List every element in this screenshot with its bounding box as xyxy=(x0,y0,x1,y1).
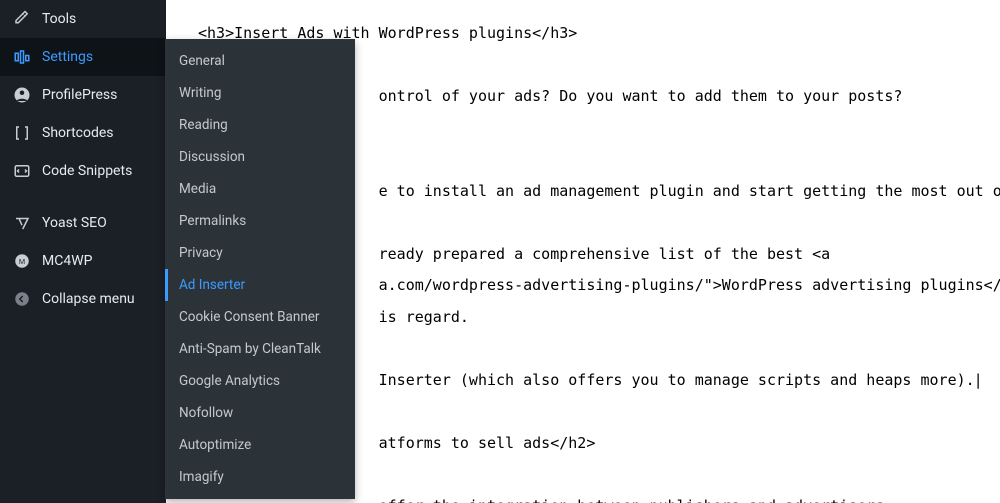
sidebar-item-shortcodes[interactable]: Shortcodes xyxy=(0,114,166,152)
collapse-icon xyxy=(12,289,32,309)
shortcodes-icon xyxy=(12,123,32,143)
submenu-item-cookie-consent[interactable]: Cookie Consent Banner xyxy=(165,301,355,333)
sidebar-item-label: Shortcodes xyxy=(42,125,114,141)
code-line: Inserter (which also offers you to manag… xyxy=(370,371,975,389)
submenu-item-media[interactable]: Media xyxy=(165,173,355,205)
sidebar-item-profilepress[interactable]: ProfilePress xyxy=(0,76,166,114)
code-line: ontrol of your ads? Do you want to add t… xyxy=(379,87,903,105)
code-line: is regard. xyxy=(379,308,469,326)
submenu-item-imagify[interactable]: Imagify xyxy=(165,461,355,493)
sidebar-item-label: Code Snippets xyxy=(42,163,132,179)
sidebar-item-collapse[interactable]: Collapse menu xyxy=(0,280,166,318)
sidebar-item-label: ProfilePress xyxy=(42,87,117,103)
sidebar-item-settings[interactable]: Settings xyxy=(0,38,166,76)
submenu-item-nofollow[interactable]: Nofollow xyxy=(165,397,355,429)
sidebar-item-tools[interactable]: Tools xyxy=(0,0,166,38)
submenu-item-autoptimize[interactable]: Autoptimize xyxy=(165,429,355,461)
tools-icon xyxy=(12,9,32,29)
code-line: a.com/wordpress-advertising-plugins/">Wo… xyxy=(379,276,1000,294)
sidebar-item-label: MC4WP xyxy=(42,253,92,269)
settings-submenu: General Writing Reading Discussion Media… xyxy=(165,39,355,499)
submenu-item-google-analytics[interactable]: Google Analytics xyxy=(165,365,355,397)
sidebar-item-mc4wp[interactable]: M MC4WP xyxy=(0,242,166,280)
submenu-item-reading[interactable]: Reading xyxy=(165,109,355,141)
sidebar-item-label: Tools xyxy=(42,11,76,27)
settings-icon xyxy=(12,47,32,67)
code-line: e to install an ad management plugin and… xyxy=(379,182,1000,200)
sidebar-item-label: Yoast SEO xyxy=(42,215,107,231)
submenu-item-antispam[interactable]: Anti-Spam by CleanTalk xyxy=(165,333,355,365)
submenu-item-general[interactable]: General xyxy=(165,45,355,77)
profilepress-icon xyxy=(12,85,32,105)
admin-sidebar: Tools Settings ProfilePress Shortcodes C xyxy=(0,0,166,503)
code-line: atforms to sell ads</h2> xyxy=(379,434,596,452)
submenu-item-ad-inserter[interactable]: Ad Inserter xyxy=(165,269,355,301)
yoast-icon xyxy=(12,213,32,233)
submenu-item-privacy[interactable]: Privacy xyxy=(165,237,355,269)
text-cursor xyxy=(975,371,983,389)
svg-text:M: M xyxy=(19,257,25,266)
code-line: ready prepared a comprehensive list of t… xyxy=(379,245,831,263)
sidebar-item-code-snippets[interactable]: Code Snippets xyxy=(0,152,166,190)
mc4wp-icon: M xyxy=(12,251,32,271)
sidebar-item-yoast[interactable]: Yoast SEO xyxy=(0,204,166,242)
submenu-item-discussion[interactable]: Discussion xyxy=(165,141,355,173)
submenu-item-permalinks[interactable]: Permalinks xyxy=(165,205,355,237)
sidebar-item-label: Collapse menu xyxy=(42,291,135,307)
code-snippets-icon xyxy=(12,161,32,181)
code-line: offer the integration between publishers… xyxy=(379,497,894,503)
submenu-item-writing[interactable]: Writing xyxy=(165,77,355,109)
sidebar-item-label: Settings xyxy=(42,49,93,65)
